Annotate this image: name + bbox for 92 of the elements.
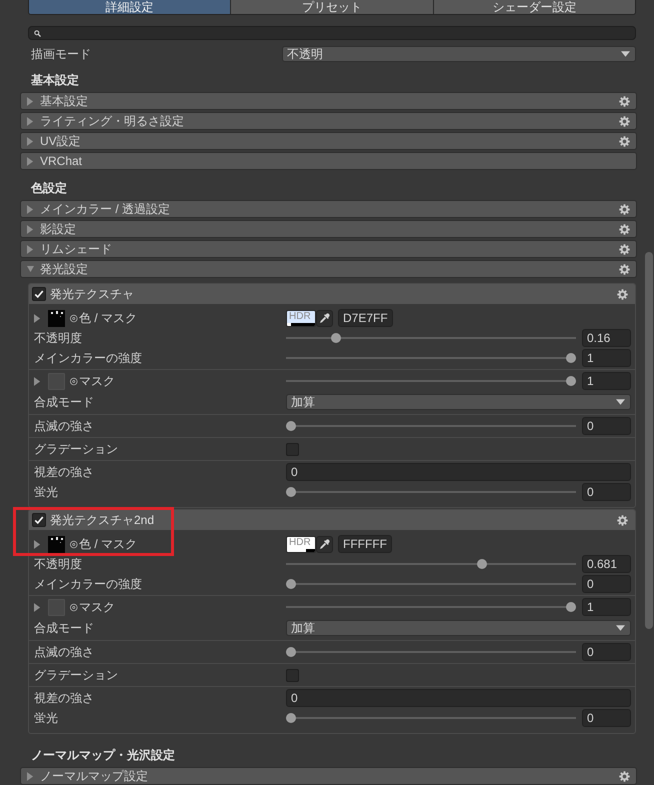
property-label: 不透明度 xyxy=(34,557,83,571)
number-field[interactable]: 1 xyxy=(582,349,631,367)
dropdown[interactable]: 加算 xyxy=(286,394,631,410)
settings-icon[interactable] xyxy=(619,264,630,274)
foldout-header[interactable]: ノーマルマップ設定 xyxy=(20,767,637,785)
slider-thumb[interactable] xyxy=(566,376,576,386)
checkbox[interactable] xyxy=(286,668,299,682)
property-label: 視差の強さ xyxy=(34,465,95,479)
foldout-header[interactable]: 基本設定 xyxy=(20,92,637,110)
texture-thumbnail[interactable] xyxy=(48,536,65,552)
slider-thumb[interactable] xyxy=(286,487,296,497)
property-label: グラデーション xyxy=(34,442,119,456)
property-label: 視差の強さ xyxy=(34,691,95,705)
search-field[interactable] xyxy=(28,26,636,40)
settings-icon[interactable] xyxy=(619,96,630,106)
tab[interactable]: 詳細設定 xyxy=(29,0,232,14)
tab[interactable]: シェーダー設定 xyxy=(434,0,635,14)
slider-thumb[interactable] xyxy=(566,602,576,612)
eyedropper-icon xyxy=(319,538,330,550)
color-field[interactable]: HDR xyxy=(286,536,316,552)
slider-thumb[interactable] xyxy=(286,421,296,431)
slider-thumb[interactable] xyxy=(566,353,576,363)
checkbox[interactable] xyxy=(32,287,46,301)
eyedropper-button[interactable] xyxy=(316,536,333,552)
number-field[interactable]: 0 xyxy=(582,643,631,661)
texture-thumbnail[interactable] xyxy=(48,310,65,326)
checkbox[interactable] xyxy=(286,442,299,456)
property-label: 不透明度 xyxy=(34,331,83,345)
number-field[interactable]: 1 xyxy=(582,372,631,390)
number-field[interactable]: 0.16 xyxy=(582,329,631,347)
property-label: 合成モード xyxy=(34,395,95,409)
settings-icon[interactable] xyxy=(619,770,630,782)
settings-icon[interactable] xyxy=(619,204,630,214)
property-label: メインカラーの強度 xyxy=(34,351,143,365)
checkmark-icon xyxy=(34,289,44,299)
foldout-header[interactable]: リムシェード xyxy=(20,240,637,258)
dropdown-caret-icon xyxy=(616,625,625,631)
dropdown[interactable]: 加算 xyxy=(286,620,631,636)
checkbox[interactable] xyxy=(32,513,46,527)
number-field[interactable]: 0 xyxy=(582,483,631,501)
checkmark-icon xyxy=(34,515,44,525)
tab[interactable]: プリセット xyxy=(231,0,434,14)
settings-icon[interactable] xyxy=(617,514,628,526)
dropdown[interactable]: 不透明 xyxy=(282,46,636,62)
property-label: 合成モード xyxy=(34,621,95,635)
settings-icon[interactable] xyxy=(619,244,630,254)
foldout-header[interactable]: VRChat xyxy=(20,152,637,170)
property-label: メインカラーの強度 xyxy=(34,577,143,591)
number-field[interactable]: 0.681 xyxy=(582,555,631,573)
scrollbar-thumb[interactable] xyxy=(645,252,653,629)
slider-thumb[interactable] xyxy=(286,579,296,589)
settings-icon[interactable] xyxy=(619,224,630,234)
slider-thumb[interactable] xyxy=(286,713,296,723)
property-label: ⊙色 / マスク xyxy=(69,537,138,551)
property-label: グラデーション xyxy=(34,668,119,682)
dropdown-caret-icon xyxy=(621,50,630,57)
number-field[interactable]: 0 xyxy=(582,417,631,435)
foldout-header[interactable]: 発光設定 xyxy=(20,260,637,278)
hex-field[interactable]: D7E7FF xyxy=(338,309,393,327)
number-field[interactable]: 0 xyxy=(286,463,631,481)
property-label: 蛍光 xyxy=(34,711,59,725)
settings-icon[interactable] xyxy=(619,116,630,126)
property-label: ⊙マスク xyxy=(69,374,115,388)
property-label: 蛍光 xyxy=(34,485,59,499)
settings-icon[interactable] xyxy=(617,288,628,300)
foldout-header[interactable]: メインカラー / 透過設定 xyxy=(20,200,637,218)
eyedropper-icon xyxy=(319,312,330,324)
section-title: 色設定 xyxy=(31,180,67,197)
property-label: ⊙色 / マスク xyxy=(69,311,138,325)
panel-title: 発光テクスチャ xyxy=(50,287,134,301)
slider-thumb[interactable] xyxy=(286,647,296,657)
search-icon xyxy=(34,30,41,37)
foldout-header[interactable]: ライティング・明るさ設定 xyxy=(20,112,637,130)
settings-icon[interactable] xyxy=(619,136,630,146)
section-title: ノーマルマップ・光沢設定 xyxy=(31,747,175,764)
slider-thumb[interactable] xyxy=(476,559,487,569)
section-title: 基本設定 xyxy=(31,72,79,89)
foldout-header[interactable]: 影設定 xyxy=(20,220,637,238)
panel-title: 発光テクスチャ2nd xyxy=(50,513,154,527)
number-field[interactable]: 1 xyxy=(582,598,631,616)
dropdown-caret-icon xyxy=(616,399,625,405)
property-label: 点滅の強さ xyxy=(34,645,95,659)
number-field[interactable]: 0 xyxy=(582,575,631,593)
number-field[interactable]: 0 xyxy=(582,709,631,727)
field-label: 描画モード xyxy=(31,46,92,61)
number-field[interactable]: 0 xyxy=(286,689,631,707)
eyedropper-button[interactable] xyxy=(316,310,333,326)
property-label: ⊙マスク xyxy=(69,600,115,614)
slider-thumb[interactable] xyxy=(330,333,341,343)
property-label: 点滅の強さ xyxy=(34,419,95,433)
foldout-header[interactable]: UV設定 xyxy=(20,132,637,150)
hex-field[interactable]: FFFFFF xyxy=(338,535,392,553)
